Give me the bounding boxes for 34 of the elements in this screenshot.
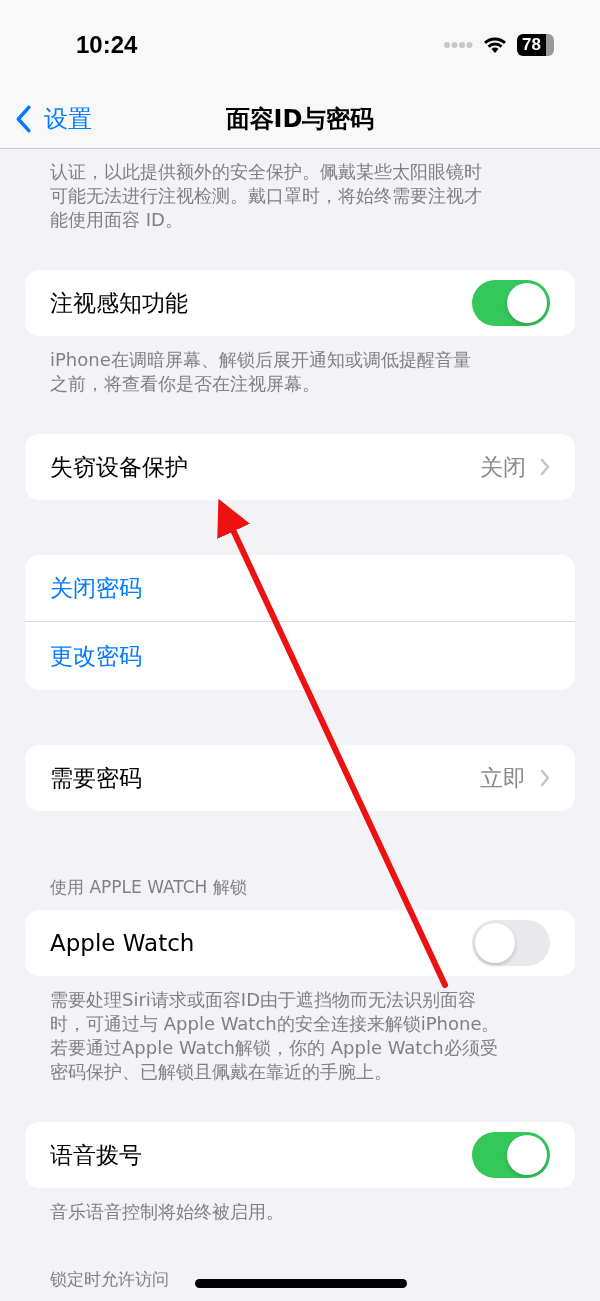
- row-label: 失窃设备保护: [50, 452, 189, 482]
- section-header: 锁定时允许访问: [50, 1268, 169, 1291]
- row-value: 立即: [480, 763, 526, 793]
- page-title: 面容ID与密码: [225, 104, 375, 135]
- settings-row[interactable]: 需要密码 立即: [25, 745, 575, 811]
- settings-row[interactable]: 失窃设备保护 关闭: [25, 434, 575, 500]
- back-chevron-icon: [14, 105, 32, 133]
- row-value: 关闭: [480, 452, 526, 482]
- section-header: 使用 APPLE WATCH 解锁: [50, 876, 247, 899]
- row-label: 注视感知功能: [50, 288, 189, 318]
- footer-note: 音乐语音控制将始终被启用。: [49, 1200, 285, 1224]
- row-label: 关闭密码: [50, 573, 143, 603]
- row-label: 更改密码: [50, 641, 143, 671]
- settings-row[interactable]: Apple Watch: [25, 910, 575, 976]
- toggle-switch[interactable]: [472, 280, 550, 326]
- footer-note: iPhone在调暗屏幕、解锁后展开通知或调低提醒音量 之前，将查看你是否在注视屏幕。: [49, 348, 472, 396]
- signal-icon: [443, 41, 474, 49]
- back-button[interactable]: 设置: [14, 103, 92, 135]
- row-label: 需要密码: [50, 763, 143, 793]
- wifi-icon: [483, 36, 508, 54]
- row-label: 语音拨号: [50, 1140, 143, 1170]
- chevron-right-icon: [540, 458, 550, 476]
- footer-note: 认证，以此提供额外的安全保护。佩戴某些太阳眼镜时 可能无法进行注视检测。戴口罩时，将始终需要注视才 能使用面容 ID。: [49, 160, 483, 232]
- row-label: Apple Watch: [50, 930, 196, 956]
- toggle-switch[interactable]: [472, 1132, 550, 1178]
- settings-row[interactable]: 更改密码: [25, 621, 575, 690]
- battery-indicator: 78: [517, 34, 554, 56]
- footer-note: 需要处理Siri请求或面容ID由于遮挡物而无法识别面容 时，可通过与 Apple Watch的安全连接来解锁iPhone。 若要通过Apple Watch解锁，你的 Apple Watch必须受 密码保护、已解锁且佩戴在靠近的手腕上。: [49, 988, 501, 1084]
- clock-time: 10:24: [76, 31, 138, 59]
- settings-row[interactable]: 关闭密码: [25, 555, 575, 621]
- settings-row[interactable]: 语音拨号: [25, 1122, 575, 1188]
- chevron-right-icon: [540, 769, 550, 787]
- toggle-switch[interactable]: [472, 920, 550, 966]
- settings-row[interactable]: 注视感知功能: [25, 270, 575, 336]
